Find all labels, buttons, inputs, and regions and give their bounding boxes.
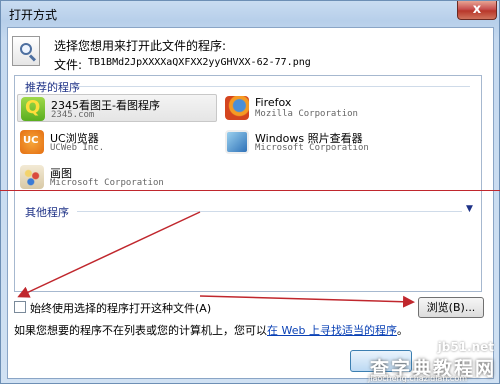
site-watermark: jb51.net 查字典教程网 jiaocheng.chazidian.com bbox=[362, 340, 498, 384]
annotation-arrow-to-browse bbox=[199, 295, 415, 308]
watermark-sub: jiaocheng.chazidian.com bbox=[368, 374, 468, 383]
annotation-arrows bbox=[17, 211, 415, 308]
annotation-arrow-to-checkbox bbox=[17, 211, 201, 298]
watermark-site: jb51.net bbox=[437, 340, 494, 354]
